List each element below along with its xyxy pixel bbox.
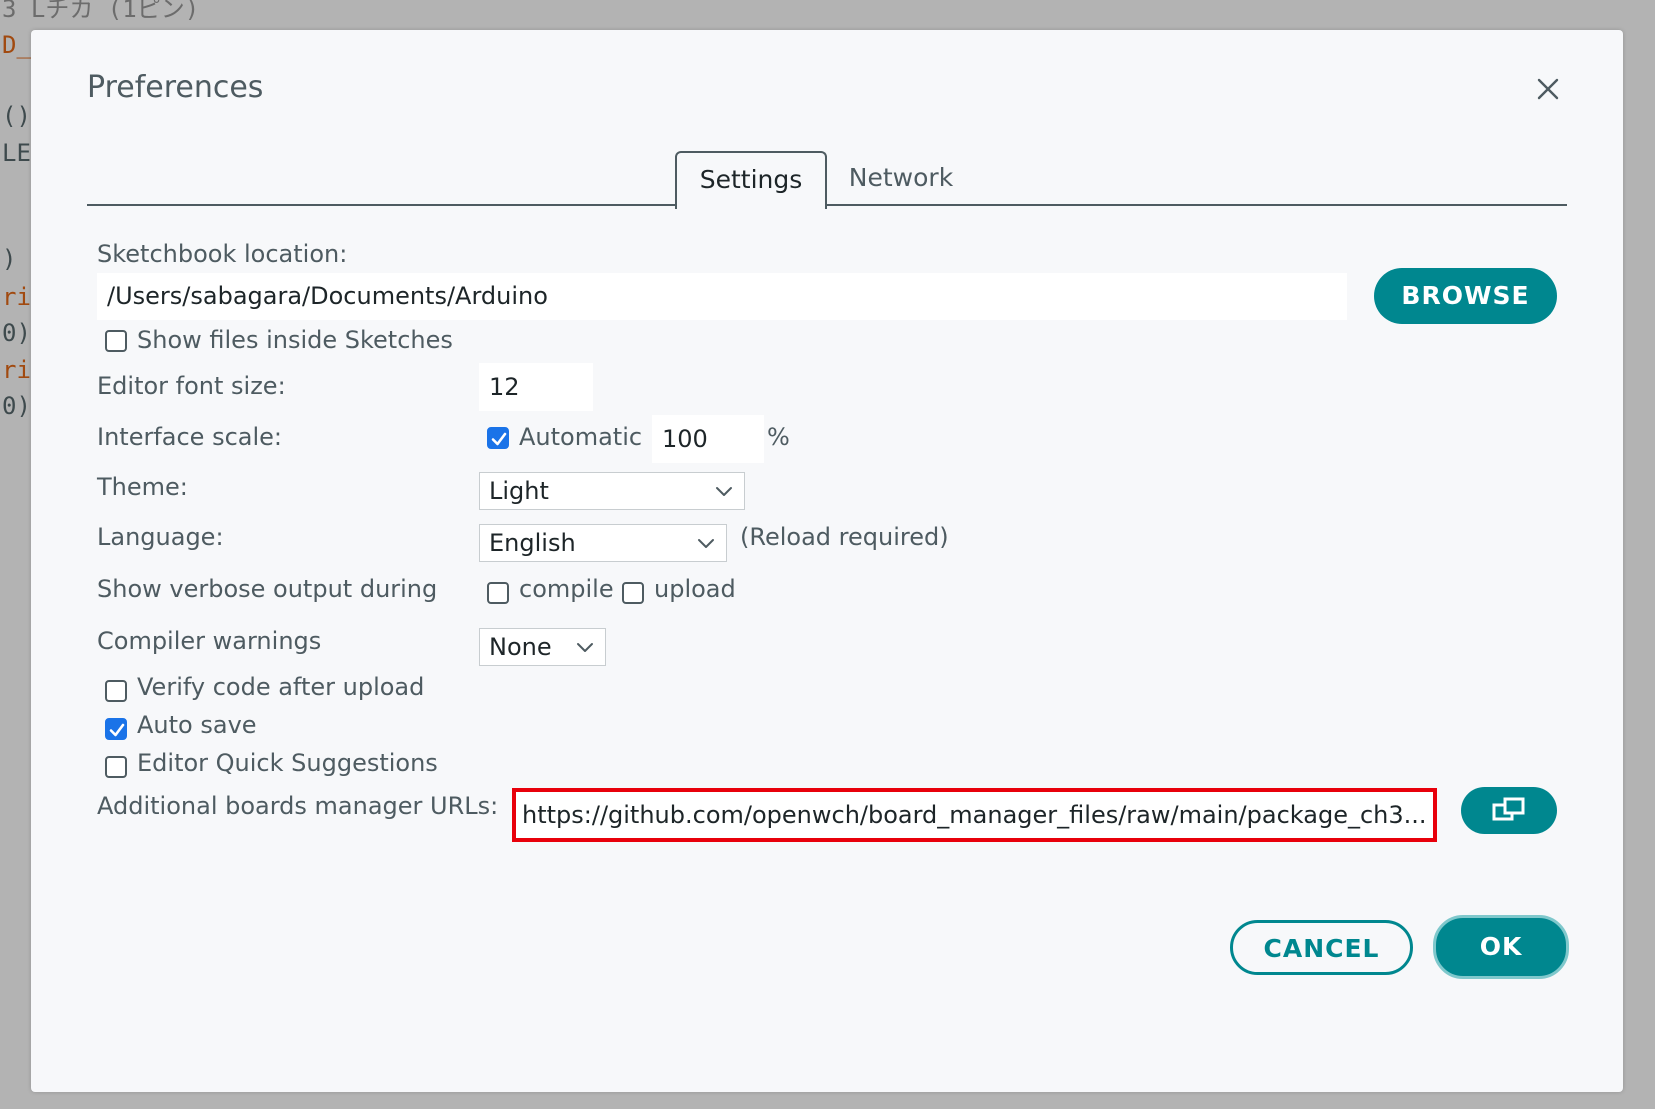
tab-bar-divider — [87, 204, 1567, 206]
verbose-upload-label: upload — [654, 575, 736, 603]
quick-suggestions-label: Editor Quick Suggestions — [137, 749, 438, 777]
dialog-title: Preferences — [87, 70, 264, 105]
chevron-down-icon — [698, 539, 714, 548]
background-code-line: 0) — [2, 319, 31, 347]
reload-required-note: (Reload required) — [740, 523, 949, 551]
compiler-warnings-label: Compiler warnings — [97, 627, 322, 655]
boards-manager-urls-label: Additional boards manager URLs: — [97, 792, 499, 820]
show-files-checkbox[interactable] — [105, 330, 127, 352]
close-icon — [1537, 78, 1559, 100]
verbose-upload-checkbox[interactable] — [622, 582, 644, 604]
verbose-output-label: Show verbose output during — [97, 575, 438, 603]
verify-code-label: Verify code after upload — [137, 673, 425, 701]
quick-suggestions-checkbox[interactable] — [105, 756, 127, 778]
auto-save-checkbox[interactable] — [105, 718, 127, 740]
background-code-line: D_ — [2, 31, 31, 59]
open-window-icon — [1492, 797, 1525, 821]
boards-manager-urls-input[interactable]: https://github.com/openwch/board_manager… — [512, 788, 1437, 842]
verbose-compile-label: compile — [519, 575, 614, 603]
automatic-scale-checkbox[interactable] — [487, 427, 509, 449]
automatic-scale-label: Automatic — [519, 423, 643, 451]
cancel-button[interactable]: CANCEL — [1230, 920, 1413, 975]
editor-font-size-input[interactable]: 12 — [479, 363, 593, 411]
editor-font-size-label: Editor font size: — [97, 372, 286, 400]
theme-select[interactable]: Light — [479, 472, 745, 510]
language-select[interactable]: English — [479, 524, 727, 562]
show-files-label: Show files inside Sketches — [137, 326, 453, 354]
close-button[interactable] — [1531, 72, 1565, 106]
compiler-warnings-select[interactable]: None — [479, 628, 606, 666]
background-code-line: () — [2, 102, 31, 130]
compiler-warnings-select-value: None — [489, 633, 552, 661]
sketchbook-location-input[interactable]: /Users/sabagara/Documents/Arduino — [97, 273, 1347, 320]
background-code-line: ri — [2, 283, 31, 311]
theme-select-value: Light — [489, 477, 549, 505]
chevron-down-icon — [577, 643, 593, 652]
verify-code-checkbox[interactable] — [105, 680, 127, 702]
language-label: Language: — [97, 523, 224, 551]
background-code-line: 0) — [2, 392, 31, 420]
background-code-line: LE — [2, 139, 31, 167]
verbose-compile-checkbox[interactable] — [487, 582, 509, 604]
interface-scale-label: Interface scale: — [97, 423, 283, 451]
checkmark-icon — [491, 432, 507, 446]
tab-network[interactable]: Network — [831, 151, 971, 205]
browse-button[interactable]: BROWSE — [1374, 268, 1557, 324]
tab-settings[interactable]: Settings — [675, 151, 827, 209]
percent-unit-label: % — [767, 423, 790, 451]
chevron-down-icon — [716, 487, 732, 496]
background-code-line: ) — [2, 245, 17, 273]
interface-scale-input[interactable]: 100 — [652, 415, 764, 463]
auto-save-label: Auto save — [137, 711, 257, 739]
theme-label: Theme: — [97, 473, 188, 501]
ok-button[interactable]: OK — [1433, 915, 1569, 979]
background-code-line: 3 Lチカ (1ピン) — [2, 0, 200, 23]
checkmark-icon — [109, 723, 125, 737]
language-select-value: English — [489, 529, 576, 557]
preferences-dialog: Preferences Settings Network Sketchbook … — [31, 30, 1623, 1092]
sketchbook-location-label: Sketchbook location: — [97, 240, 348, 268]
background-code-line: ri — [2, 356, 31, 384]
open-urls-editor-button[interactable] — [1461, 787, 1557, 834]
